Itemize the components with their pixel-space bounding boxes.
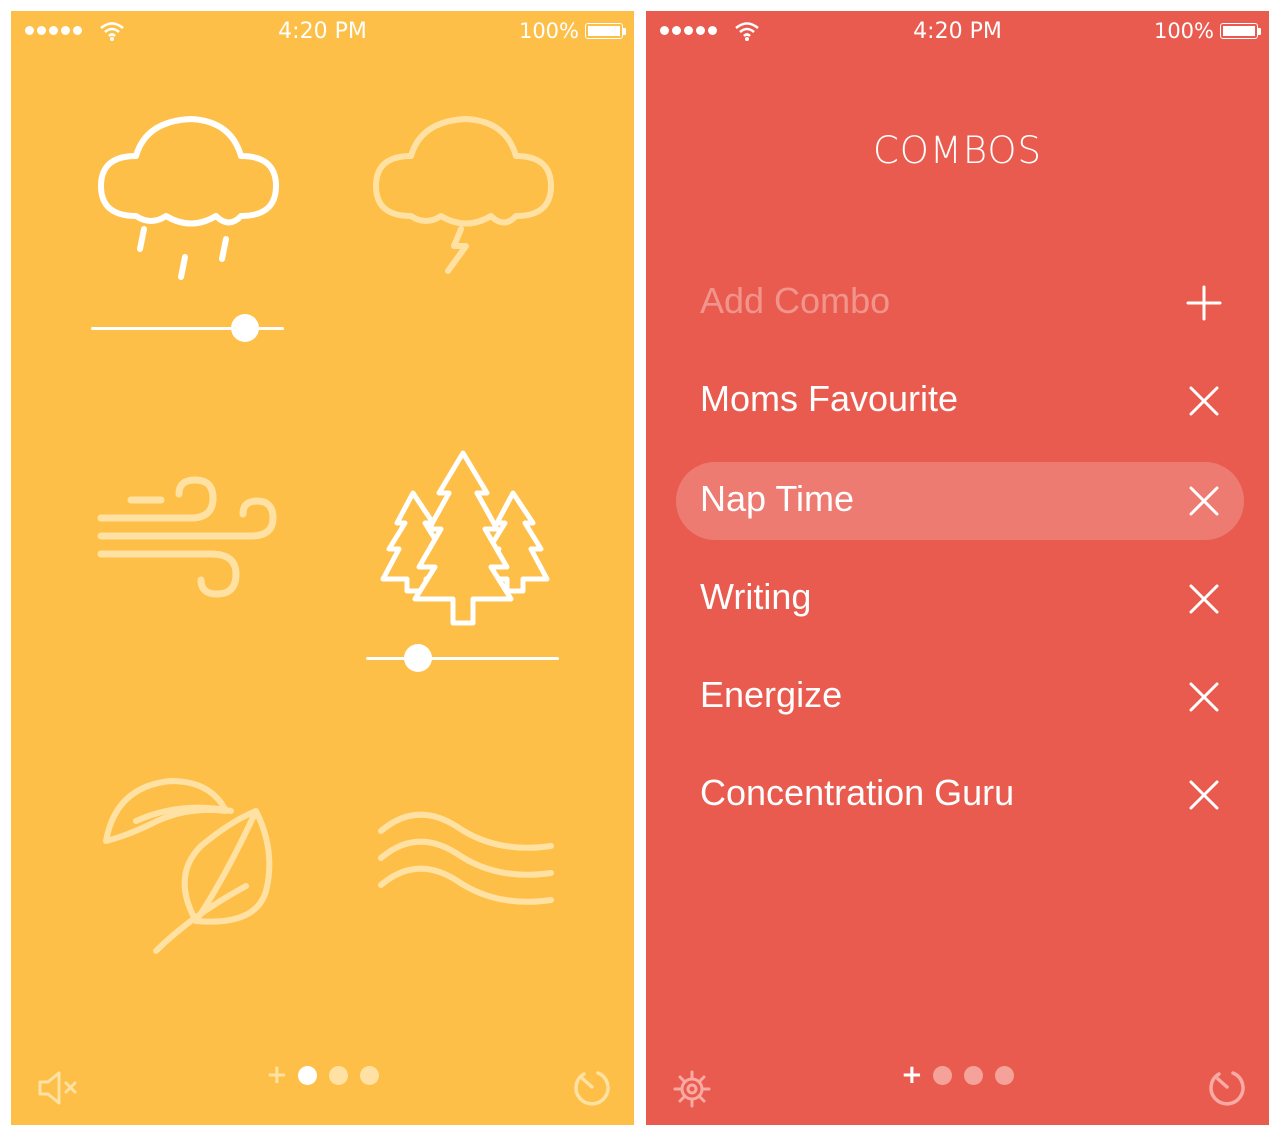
pager-dot[interactable] [329,1065,348,1085]
combo-label: Concentration Guru [700,772,1015,813]
combo-label: Energize [700,674,843,715]
timer-icon[interactable] [572,1067,612,1107]
sound-waves[interactable] [371,796,561,936]
plus-icon[interactable] [1186,285,1222,321]
combo-row-nap-time[interactable]: Nap Time [676,462,1244,540]
pager-dot[interactable] [360,1065,379,1085]
slider-thumb[interactable] [231,314,260,342]
battery-percent: 100% [518,19,579,43]
thunder-cloud-icon [373,116,554,274]
pager-add[interactable]: + [901,1062,923,1088]
delete-icon[interactable] [1186,581,1222,617]
sound-rain[interactable] [91,111,291,301]
pager-dot[interactable] [298,1065,317,1085]
timer-icon[interactable] [1207,1067,1247,1107]
forest-icon [380,450,550,626]
waves-icon [378,811,554,905]
status-bar: 4:20 PM 100% [646,11,1269,53]
page-title: COMBOS [872,129,1043,172]
status-bar: 4:20 PM 100% [11,11,634,53]
battery-indicator: 100% [519,19,626,43]
combo-label: Moms Favourite [700,378,959,419]
battery-percent: 100% [1153,19,1214,43]
delete-icon[interactable] [1186,483,1222,519]
combo-row-energize[interactable]: Energize [676,658,1244,736]
rain-volume-slider[interactable] [91,313,284,343]
combo-row-writing[interactable]: Writing [676,560,1244,638]
wind-icon [97,476,277,598]
add-combo-label: Add Combo [700,280,891,321]
bottom-bar: + [646,1045,1269,1125]
sound-wind[interactable] [91,466,291,606]
bottom-bar: + [11,1045,634,1125]
add-combo-row[interactable]: Add Combo [676,264,1244,342]
combo-row-concentration-guru[interactable]: Concentration Guru [676,756,1244,834]
page-indicator: + [646,1062,1269,1088]
delete-icon[interactable] [1186,679,1222,715]
sound-forest[interactable] [371,441,561,631]
page-indicator: + [11,1062,634,1088]
rain-cloud-icon [98,116,279,280]
pager-add[interactable]: + [266,1062,288,1088]
battery-indicator: 100% [1154,19,1261,43]
combo-label: Nap Time [700,478,855,519]
sound-thunder[interactable] [366,111,566,281]
combo-row-moms-favourite[interactable]: Moms Favourite [676,362,1244,440]
sounds-screen: 4:20 PM 100% + [11,11,634,1125]
battery-icon [1220,23,1258,39]
pager-dot[interactable] [933,1065,952,1085]
delete-icon[interactable] [1186,383,1222,419]
slider-thumb[interactable] [404,644,433,672]
combo-label: Writing [700,576,812,617]
sound-leaves[interactable] [96,766,296,966]
battery-icon [585,23,623,39]
pager-dot[interactable] [964,1065,983,1085]
leaves-icon [103,778,273,954]
delete-icon[interactable] [1186,777,1222,813]
combos-screen: 4:20 PM 100% COMBOS Add Combo Moms Favou… [646,11,1269,1125]
pager-dot[interactable] [995,1065,1014,1085]
forest-volume-slider[interactable] [366,643,559,673]
